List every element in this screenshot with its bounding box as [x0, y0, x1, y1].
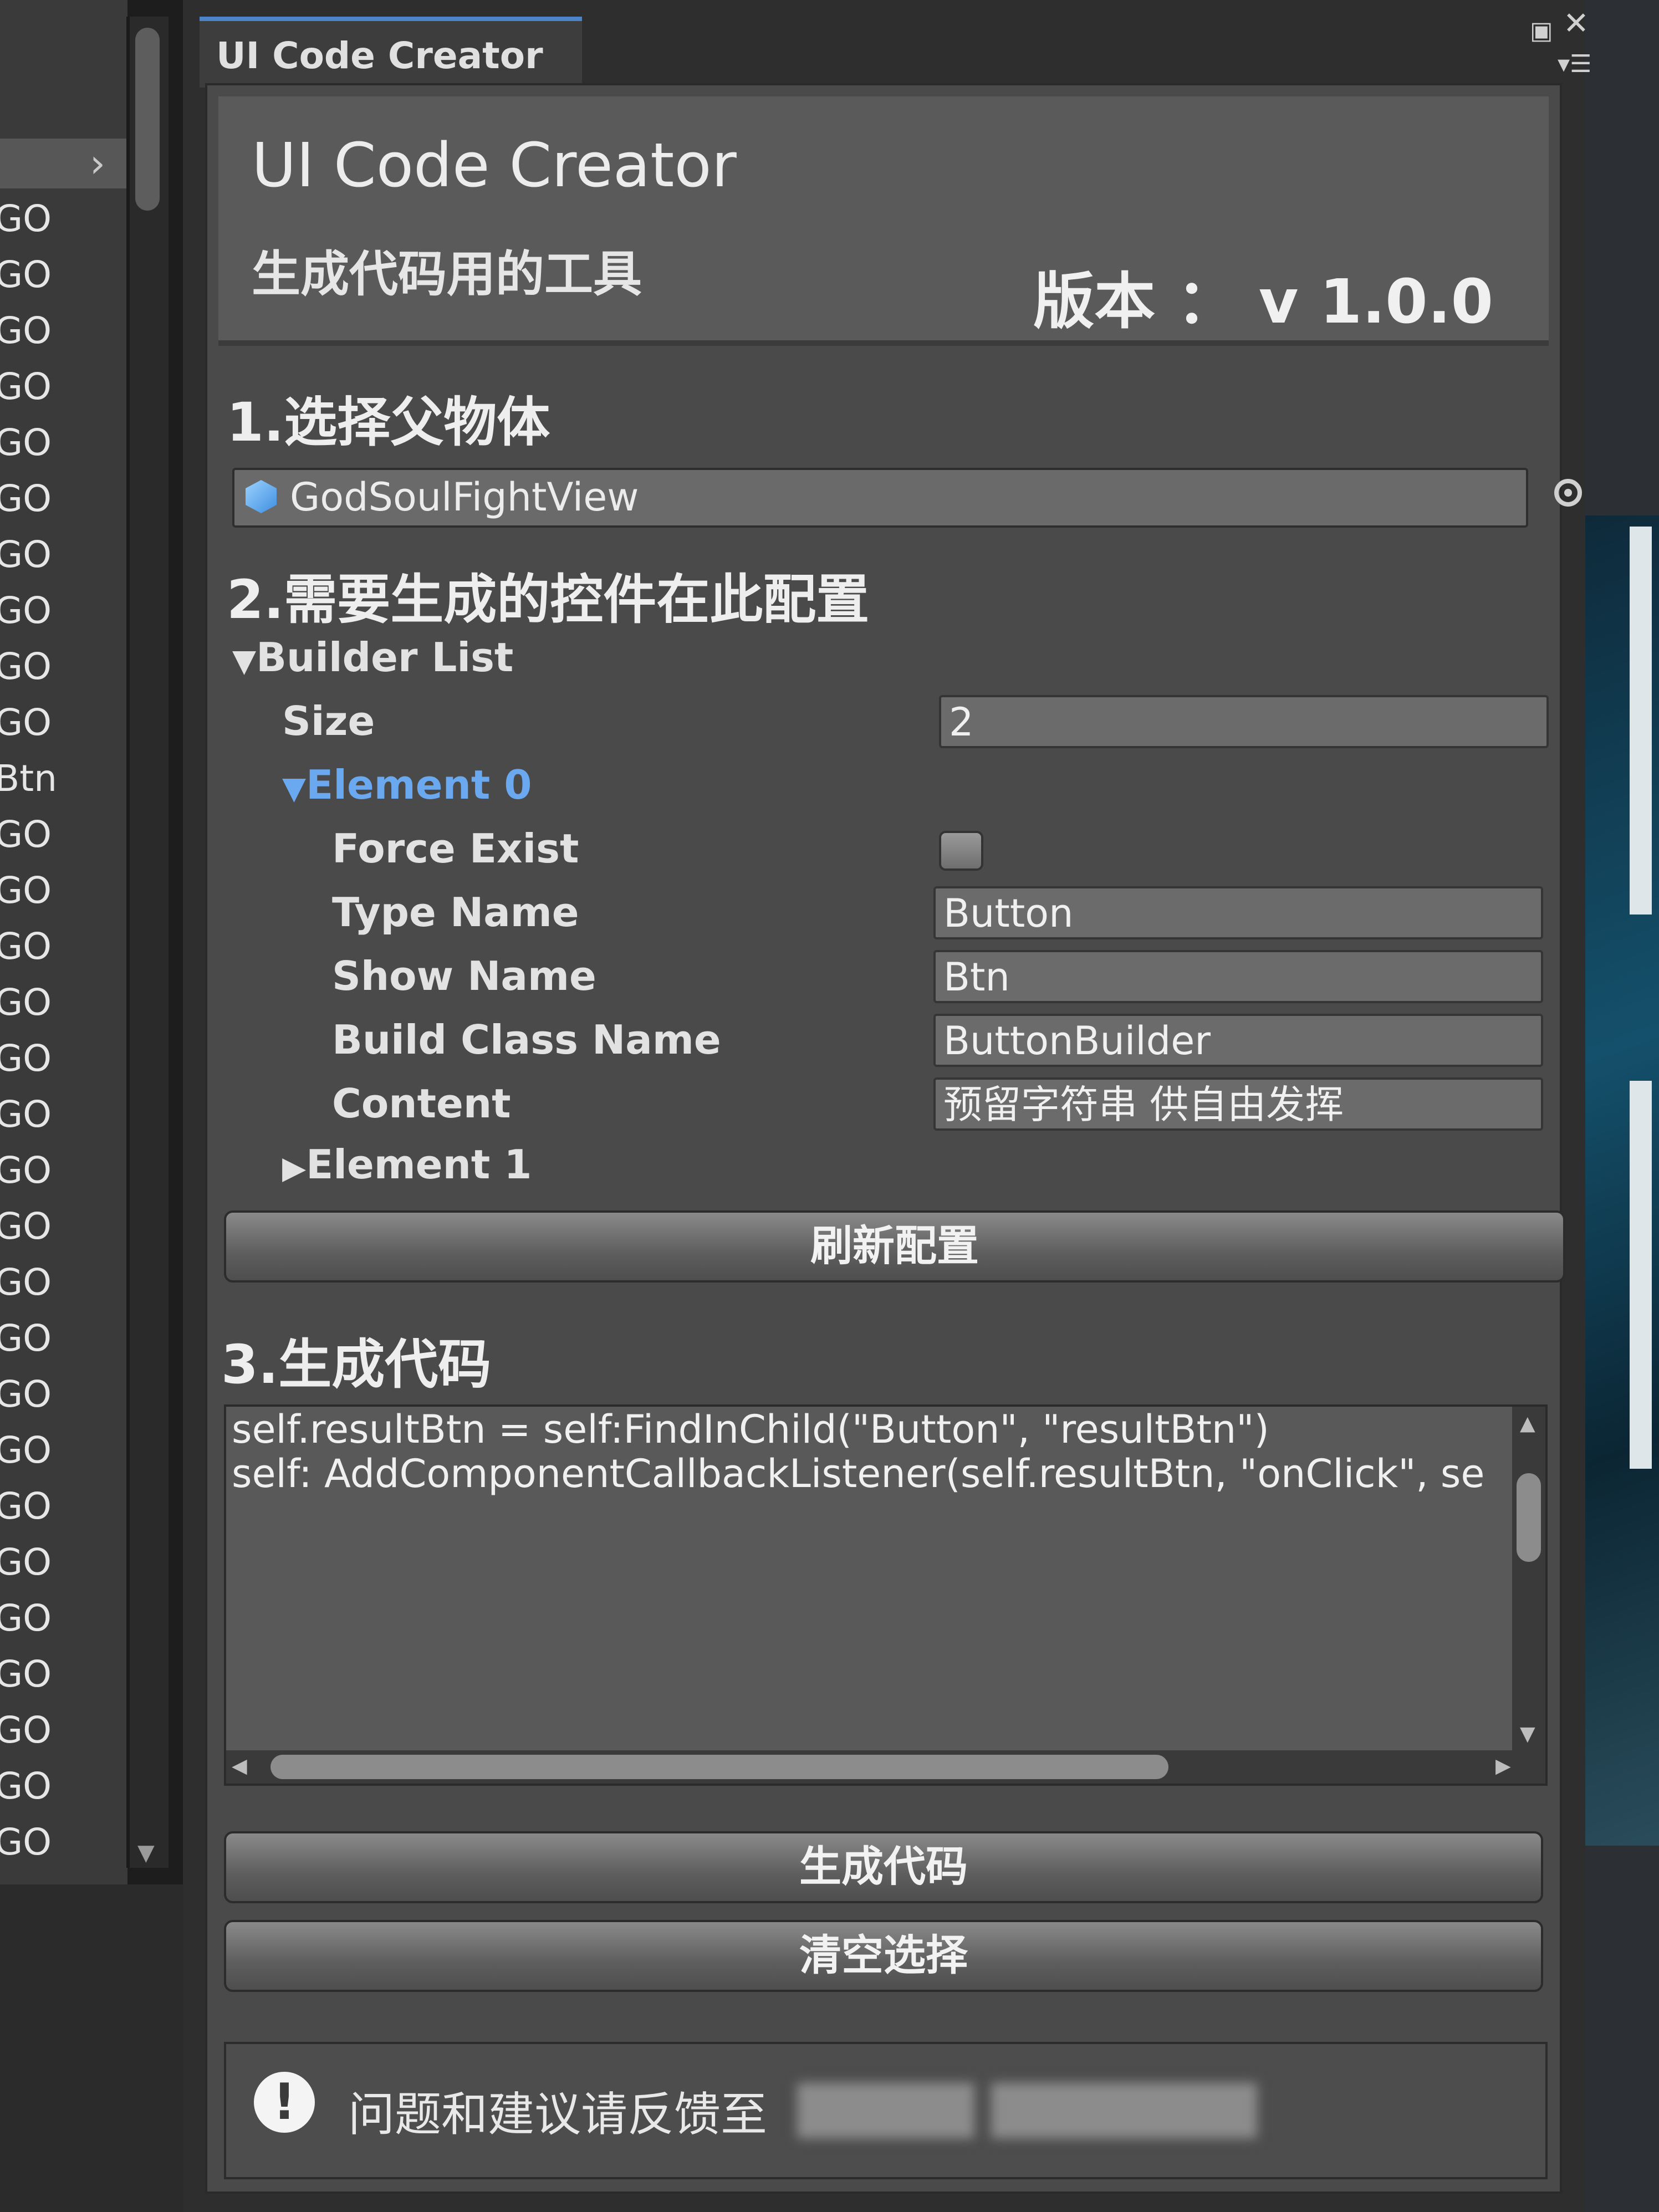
ui-code-creator-window: UI Code Creator ▣ ✕ ▾☰ UI Code Creator 生…	[183, 0, 1592, 2212]
foldout-open-icon: ▼	[282, 770, 307, 806]
content-input[interactable]: 预留字符串 供自由发挥	[933, 1077, 1543, 1131]
hierarchy-item[interactable]: GO	[0, 1482, 52, 1531]
generate-code-button[interactable]: 生成代码	[224, 1831, 1543, 1903]
tab-menu-icon[interactable]: ▾☰	[1558, 50, 1592, 78]
code-vertical-scrollbar[interactable]: ▲ ▼	[1512, 1407, 1545, 1750]
code-area[interactable]: self.resultBtn = self:FindInChild("Butto…	[226, 1407, 1512, 1750]
maximize-icon[interactable]: ▣	[1530, 17, 1553, 45]
hierarchy-item[interactable]: GO	[0, 1426, 52, 1475]
feedback-bar: ! 问题和建议请反馈至	[224, 2042, 1548, 2179]
redacted-contact	[797, 2083, 974, 2138]
element0-label: Element 0	[306, 762, 532, 808]
redacted-contact	[991, 2083, 1257, 2138]
size-label: Size	[282, 698, 375, 744]
element0-foldout[interactable]: ▼Element 0	[282, 762, 532, 808]
hierarchy-panel: › GO GO GO GO GO GO GO GO GO GO Btn GO GO GO GO GO GO GO G…	[0, 0, 127, 1884]
chevron-right-icon[interactable]: ›	[90, 139, 105, 188]
build-class-name-input[interactable]: ButtonBuilder	[933, 1014, 1543, 1067]
refresh-config-button[interactable]: 刷新配置	[224, 1210, 1565, 1283]
build-class-name-label: Build Class Name	[332, 1016, 721, 1063]
window-content: UI Code Creator 生成代码用的工具 版本 ： v 1.0.0 1.…	[205, 83, 1582, 2194]
hierarchy-item[interactable]: GO	[0, 1202, 52, 1251]
hierarchy-item[interactable]: Btn	[0, 754, 57, 804]
hierarchy-item[interactable]: GO	[0, 362, 52, 412]
builder-list-foldout[interactable]: ▼Builder List	[232, 634, 513, 681]
scene-element	[1630, 1081, 1652, 1469]
hierarchy-scroll-thumb[interactable]	[135, 28, 160, 211]
hierarchy-item[interactable]: GO	[0, 642, 52, 692]
scene-element	[1630, 527, 1652, 915]
hierarchy-item[interactable]: GO	[0, 1314, 52, 1363]
scroll-up-icon[interactable]: ▲	[1520, 1412, 1535, 1435]
generated-code-textarea[interactable]: self.resultBtn = self:FindInChild("Butto…	[224, 1404, 1548, 1786]
hierarchy-item[interactable]: GO	[0, 1649, 52, 1699]
hierarchy-selected-row[interactable]	[0, 139, 127, 188]
type-name-label: Type Name	[332, 889, 579, 936]
code-line: self: AddComponentCallbackListener(self.…	[232, 1451, 1485, 1496]
hierarchy-item[interactable]: GO	[0, 194, 52, 244]
element1-label: Element 1	[306, 1141, 532, 1188]
hierarchy-item[interactable]: GO	[0, 1090, 52, 1140]
version-label: 版本 ： v 1.0.0	[1033, 266, 1493, 337]
foldout-closed-icon: ▶	[282, 1150, 307, 1186]
code-vertical-thumb[interactable]	[1517, 1473, 1541, 1562]
header: UI Code Creator 生成代码用的工具 版本 ： v 1.0.0	[218, 96, 1549, 346]
gameobject-icon	[246, 480, 277, 513]
hierarchy-item[interactable]: GO	[0, 1593, 52, 1643]
show-name-input[interactable]: Btn	[933, 950, 1543, 1003]
hierarchy-item[interactable]: GO	[0, 698, 52, 748]
close-icon[interactable]: ✕	[1563, 6, 1589, 42]
hierarchy-item[interactable]: GO	[0, 866, 52, 916]
clear-selection-button[interactable]: 清空选择	[224, 1920, 1543, 1992]
hierarchy-item[interactable]: GO	[0, 306, 52, 356]
left-bottom-panel	[0, 1884, 188, 2212]
hierarchy-scrollbar[interactable]: ▼	[126, 17, 169, 1868]
builder-list-label: Builder List	[256, 634, 514, 681]
hierarchy-item[interactable]: GO	[0, 1370, 52, 1419]
parent-object-field[interactable]: GodSoulFightView	[232, 468, 1528, 528]
info-icon: !	[254, 2072, 315, 2133]
hierarchy-item[interactable]: GO	[0, 1761, 52, 1811]
hierarchy-item[interactable]: GO	[0, 922, 52, 972]
type-name-input[interactable]: Button	[933, 886, 1543, 939]
hierarchy-item[interactable]: GO	[0, 250, 52, 300]
foldout-open-icon: ▼	[232, 643, 257, 679]
force-exist-checkbox[interactable]	[939, 831, 983, 871]
hierarchy-item[interactable]: GO	[0, 978, 52, 1028]
hierarchy-item[interactable]: GO	[0, 1817, 52, 1867]
tab-ui-code-creator[interactable]: UI Code Creator	[200, 17, 582, 88]
scroll-down-icon[interactable]: ▼	[1520, 1723, 1535, 1745]
tab-title: UI Code Creator	[216, 34, 543, 77]
element1-foldout[interactable]: ▶Element 1	[282, 1141, 532, 1188]
section1-title: 1.选择父物体	[227, 391, 550, 453]
hierarchy-item[interactable]: GO	[0, 1258, 52, 1307]
parent-object-value: GodSoulFightView	[290, 474, 639, 520]
hierarchy-item[interactable]: GO	[0, 418, 52, 468]
scroll-down-icon[interactable]: ▼	[137, 1840, 155, 1866]
content-label: Content	[332, 1080, 511, 1127]
feedback-text: 问题和建议请反馈至	[348, 2087, 768, 2142]
scroll-left-icon[interactable]: ◀	[232, 1755, 247, 1777]
hierarchy-item[interactable]: GO	[0, 1537, 52, 1587]
force-exist-label: Force Exist	[332, 825, 579, 872]
code-horizontal-scrollbar[interactable]: ◀ ▶	[226, 1750, 1545, 1784]
hierarchy-item[interactable]: GO	[0, 810, 52, 860]
size-input[interactable]: 2	[939, 695, 1549, 748]
code-line: self.resultBtn = self:FindInChild("Butto…	[232, 1407, 1269, 1452]
hierarchy-item[interactable]: GO	[0, 474, 52, 524]
hierarchy-item[interactable]: GO	[0, 586, 52, 636]
show-name-label: Show Name	[332, 953, 596, 999]
section3-title: 3.生成代码	[221, 1334, 492, 1396]
code-horizontal-thumb[interactable]	[270, 1755, 1168, 1779]
header-title: UI Code Creator	[252, 130, 737, 201]
section2-title: 2.需要生成的控件在此配置	[227, 569, 870, 631]
hierarchy-item[interactable]: GO	[0, 1034, 52, 1084]
object-picker-icon[interactable]	[1554, 479, 1582, 507]
header-subtitle: 生成代码用的工具	[252, 246, 642, 303]
hierarchy-item[interactable]: GO	[0, 1146, 52, 1196]
hierarchy-item[interactable]: GO	[0, 1705, 52, 1755]
scroll-right-icon[interactable]: ▶	[1495, 1755, 1511, 1777]
hierarchy-item[interactable]: GO	[0, 530, 52, 580]
